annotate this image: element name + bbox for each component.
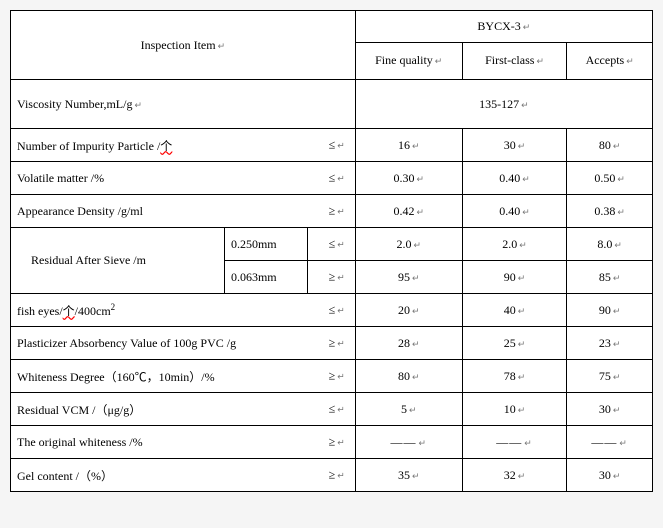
label-sieve: Residual After Sieve /m [11,228,225,294]
val-density-fine: 0.42 [355,195,462,228]
val-fisheyes-accept: 90 [567,294,653,327]
op-ge: ≥ [329,336,345,351]
row-viscosity: Viscosity Number,mL/g 135-127 [11,80,653,129]
val-plasticizer-fine: 28 [355,327,462,360]
header-row-1: Inspection Item BYCX-3 [11,11,653,43]
val-viscosity: 135-127 [355,80,652,129]
val-gel-accept: 30 [567,459,653,492]
op-le: ≤ [329,138,345,153]
val-origwhite-first: —— [462,426,567,459]
val-origwhite-accept: —— [567,426,653,459]
col-accepts: Accepts [567,42,653,79]
label-fisheyes: fish eyes/个/400cm2 ≤ [11,294,356,327]
val-vcm-fine: 5 [355,393,462,426]
label-sieve-0250: 0.250mm [224,228,307,261]
row-volatile: Volatile matter /% ≤ 0.30 0.40 0.50 [11,162,653,195]
label-impurity: Number of Impurity Particle /个 ≤ [11,129,356,162]
val-whiteness-first: 78 [462,360,567,393]
label-vcm: Residual VCM /（μg/g） ≤ [11,393,356,426]
label-viscosity: Viscosity Number,mL/g [11,80,356,129]
op-wrap: ≥ [308,261,356,294]
val-impurity-first: 30 [462,129,567,162]
val-impurity-fine: 16 [355,129,462,162]
col-fine-quality: Fine quality [355,42,462,79]
op-le: ≤ [329,237,345,252]
header-inspection: Inspection Item [11,11,356,80]
label-whiteness: Whiteness Degree（160℃，10min）/% ≥ [11,360,356,393]
val-sieve1-accept: 8.0 [567,228,653,261]
col-first-class: First-class [462,42,567,79]
label-density: Appearance Density /g/ml ≥ [11,195,356,228]
op-wrap: ≤ [308,228,356,261]
val-volatile-accept: 0.50 [567,162,653,195]
spec-table: Inspection Item BYCX-3 Fine quality Firs… [10,10,653,492]
val-volatile-fine: 0.30 [355,162,462,195]
op-le: ≤ [329,402,345,417]
op-le: ≤ [329,303,345,318]
val-fisheyes-first: 40 [462,294,567,327]
val-sieve1-fine: 2.0 [355,228,462,261]
val-sieve2-accept: 85 [567,261,653,294]
row-gel: Gel content /（%） ≥ 35 32 30 [11,459,653,492]
val-sieve1-first: 2.0 [462,228,567,261]
val-vcm-accept: 30 [567,393,653,426]
val-fisheyes-fine: 20 [355,294,462,327]
row-plasticizer: Plasticizer Absorbency Value of 100g PVC… [11,327,653,360]
op-ge: ≥ [329,468,345,483]
val-volatile-first: 0.40 [462,162,567,195]
val-impurity-accept: 80 [567,129,653,162]
val-vcm-first: 10 [462,393,567,426]
row-density: Appearance Density /g/ml ≥ 0.42 0.40 0.3… [11,195,653,228]
val-sieve2-first: 90 [462,261,567,294]
row-whiteness: Whiteness Degree（160℃，10min）/% ≥ 80 78 7… [11,360,653,393]
row-fisheyes: fish eyes/个/400cm2 ≤ 20 40 90 [11,294,653,327]
op-ge: ≥ [329,204,345,219]
val-density-accept: 0.38 [567,195,653,228]
label-gel: Gel content /（%） ≥ [11,459,356,492]
val-plasticizer-accept: 23 [567,327,653,360]
row-origwhite: The original whiteness /% ≥ —— —— —— [11,426,653,459]
op-ge: ≥ [329,369,345,384]
label-volatile: Volatile matter /% ≤ [11,162,356,195]
val-whiteness-accept: 75 [567,360,653,393]
label-origwhite: The original whiteness /% ≥ [11,426,356,459]
row-sieve-1: Residual After Sieve /m 0.250mm ≤ 2.0 2.… [11,228,653,261]
val-density-first: 0.40 [462,195,567,228]
label-plasticizer: Plasticizer Absorbency Value of 100g PVC… [11,327,356,360]
row-impurity: Number of Impurity Particle /个 ≤ 16 30 8… [11,129,653,162]
op-ge: ≥ [329,270,345,285]
op-ge: ≥ [329,435,345,450]
val-whiteness-fine: 80 [355,360,462,393]
op-le: ≤ [329,171,345,186]
val-gel-first: 32 [462,459,567,492]
val-plasticizer-first: 25 [462,327,567,360]
header-group: BYCX-3 [355,11,652,43]
row-vcm: Residual VCM /（μg/g） ≤ 5 10 30 [11,393,653,426]
val-origwhite-fine: —— [355,426,462,459]
val-gel-fine: 35 [355,459,462,492]
label-sieve-0063: 0.063mm [224,261,307,294]
val-sieve2-fine: 95 [355,261,462,294]
